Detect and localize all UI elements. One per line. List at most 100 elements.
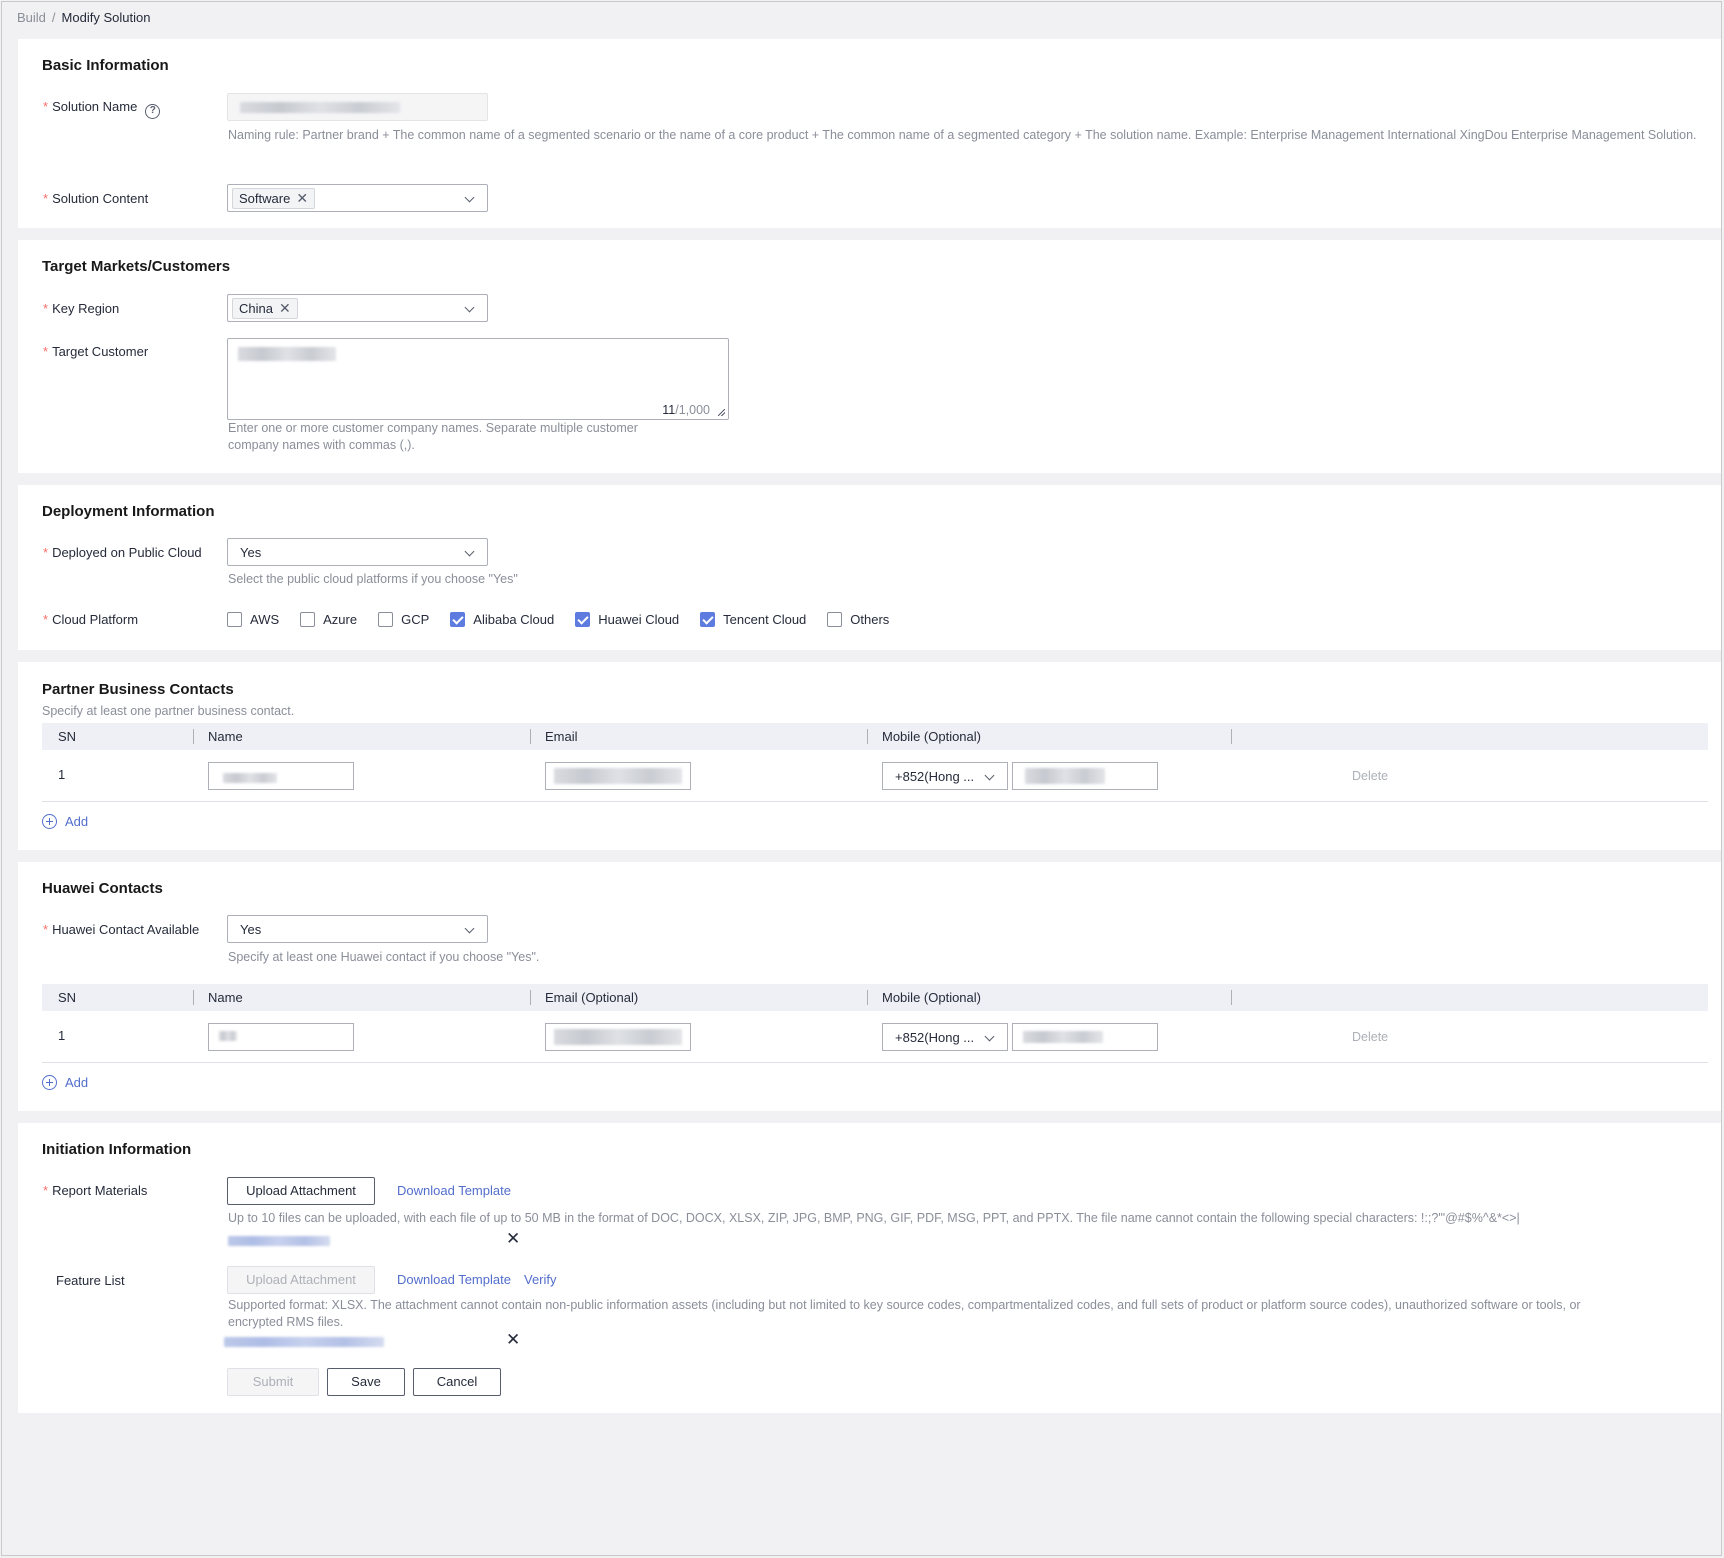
huawei-contacts-table: SN Name Email (Optional) Mobile (Optiona… <box>42 984 1708 1063</box>
naming-rule-hint: Naming rule: Partner brand + The common … <box>228 128 1697 142</box>
add-huawei-contact-button[interactable]: Add <box>42 1075 88 1090</box>
section-subtitle: Specify at least one partner business co… <box>42 704 295 718</box>
checkbox-icon[interactable] <box>227 612 242 627</box>
huawei-contact-available-label: * Huawei Contact Available <box>43 922 200 937</box>
solution-name-label: * Solution Name? <box>43 99 161 119</box>
email-input[interactable] <box>545 762 691 790</box>
row-sn: 1 <box>58 767 66 782</box>
cancel-button[interactable]: Cancel <box>413 1368 501 1396</box>
country-code-select[interactable]: +852(Hong ... <box>882 1023 1008 1051</box>
name-input[interactable] <box>208 762 354 790</box>
section-title: Partner Business Contacts <box>42 681 234 698</box>
breadcrumb-build[interactable]: Build <box>17 10 46 25</box>
chevron-down-icon <box>984 770 995 781</box>
delete-link[interactable]: Delete <box>1352 1030 1388 1044</box>
breadcrumb: Build / Modify Solution <box>17 10 150 25</box>
remove-file-icon[interactable]: ✕ <box>506 1229 520 1249</box>
checkbox-checked-icon[interactable] <box>700 612 716 627</box>
target-customer-hint: Enter one or more customer company names… <box>228 421 638 452</box>
huawei-contacts-card: Huawei Contacts * Huawei Contact Availabl… <box>18 862 1721 1111</box>
target-customer-label: * Target Customer <box>43 344 149 359</box>
help-icon[interactable]: ? <box>145 104 161 119</box>
checkbox-checked-icon[interactable] <box>575 612 591 627</box>
table-row: 1 +852(Hong ... Delete <box>42 750 1708 802</box>
column-header: Mobile (Optional) <box>882 990 981 1005</box>
solution-content-select[interactable]: Software ✕ <box>227 184 488 212</box>
public-cloud-select[interactable]: Yes <box>227 538 488 566</box>
section-title: Basic Information <box>42 57 169 74</box>
name-input[interactable] <box>208 1023 354 1051</box>
target-markets-card: Target Markets/Customers * Key Region Chi… <box>18 240 1721 473</box>
table-header: SN Name Email (Optional) Mobile (Optiona… <box>42 984 1708 1011</box>
save-button[interactable]: Save <box>327 1368 405 1396</box>
download-template-link[interactable]: Download Template <box>397 1183 511 1198</box>
solution-content-tag: Software ✕ <box>232 188 316 209</box>
chevron-down-icon <box>984 1031 995 1042</box>
public-cloud-label: * Deployed on Public Cloud <box>43 545 202 560</box>
column-header: SN <box>58 990 77 1005</box>
email-input[interactable] <box>545 1023 691 1051</box>
section-title: Target Markets/Customers <box>42 258 231 275</box>
remove-file-icon[interactable]: ✕ <box>506 1330 520 1350</box>
row-sn: 1 <box>58 1028 66 1043</box>
section-title: Initiation Information <box>42 1141 192 1158</box>
checkbox-azure[interactable]: Azure <box>300 612 357 627</box>
target-customer-textarea[interactable]: 11/1,000 <box>227 338 729 420</box>
checkbox-huawei-cloud[interactable]: Huawei Cloud <box>575 612 679 627</box>
chevron-down-icon <box>464 923 475 934</box>
feature-list-label: Feature List <box>56 1273 125 1288</box>
huawei-contact-available-select[interactable]: Yes <box>227 915 488 943</box>
column-header: Email <box>545 729 578 744</box>
key-region-select[interactable]: China ✕ <box>227 294 488 322</box>
upload-attachment-button-disabled[interactable]: Upload Attachment <box>227 1266 375 1294</box>
char-counter: 11/1,000 <box>662 403 710 417</box>
report-materials-label: * Report Materials <box>43 1183 148 1198</box>
delete-link[interactable]: Delete <box>1352 769 1388 783</box>
basic-information-card: Basic Information * Solution Name? Naming… <box>18 39 1721 228</box>
column-header: Name <box>208 990 243 1005</box>
solution-name-input[interactable] <box>227 93 488 121</box>
solution-content-label: * Solution Content <box>43 191 149 206</box>
checkbox-tencent-cloud[interactable]: Tencent Cloud <box>700 612 806 627</box>
checkbox-alibaba-cloud[interactable]: Alibaba Cloud <box>450 612 554 627</box>
checkbox-aws[interactable]: AWS <box>227 612 279 627</box>
add-circle-icon <box>42 1075 57 1090</box>
mobile-input[interactable] <box>1012 1023 1158 1051</box>
page: Build / Modify Solution Basic Information … <box>1 1 1722 1556</box>
mobile-input[interactable] <box>1012 762 1158 790</box>
partner-contacts-card: Partner Business Contacts Specify at lea… <box>18 662 1721 850</box>
upload-attachment-button[interactable]: Upload Attachment <box>227 1177 375 1205</box>
checkbox-icon[interactable] <box>300 612 316 627</box>
close-icon[interactable]: ✕ <box>279 300 291 316</box>
chevron-down-icon <box>464 546 475 557</box>
deployment-information-card: Deployment Information * Deployed on Publ… <box>18 485 1721 650</box>
uploaded-file-name <box>228 1236 330 1246</box>
breadcrumb-separator: / <box>51 10 56 25</box>
checkbox-others[interactable]: Others <box>827 612 889 627</box>
cloud-platform-label: * Cloud Platform <box>43 612 139 627</box>
uploaded-file-name <box>224 1337 384 1347</box>
column-header: SN <box>58 729 77 744</box>
country-code-select[interactable]: +852(Hong ... <box>882 762 1008 790</box>
column-header: Email (Optional) <box>545 990 639 1005</box>
submit-button[interactable]: Submit <box>227 1368 319 1396</box>
download-template-link[interactable]: Download Template <box>397 1272 511 1287</box>
checkbox-checked-icon[interactable] <box>450 612 466 627</box>
report-materials-hint: Up to 10 files can be uploaded, with eac… <box>228 1211 1520 1225</box>
feature-list-hint: Supported format: XLSX. The attachment c… <box>228 1298 1581 1329</box>
table-row: 1 +852(Hong ... Delete <box>42 1011 1708 1063</box>
chevron-down-icon <box>464 302 475 313</box>
resize-handle-icon[interactable] <box>718 409 725 416</box>
checkbox-icon[interactable] <box>378 612 394 627</box>
close-icon[interactable]: ✕ <box>296 190 308 206</box>
column-header: Mobile (Optional) <box>882 729 981 744</box>
add-partner-contact-button[interactable]: Add <box>42 814 88 829</box>
chevron-down-icon <box>464 192 475 203</box>
checkbox-icon[interactable] <box>827 612 843 627</box>
checkbox-gcp[interactable]: GCP <box>378 612 429 627</box>
breadcrumb-current: Modify Solution <box>61 10 151 25</box>
key-region-tag: China ✕ <box>232 298 298 319</box>
section-title: Deployment Information <box>42 503 215 520</box>
partner-contacts-table: SN Name Email Mobile (Optional) 1 +852(H… <box>42 723 1708 802</box>
verify-link[interactable]: Verify <box>524 1272 557 1287</box>
